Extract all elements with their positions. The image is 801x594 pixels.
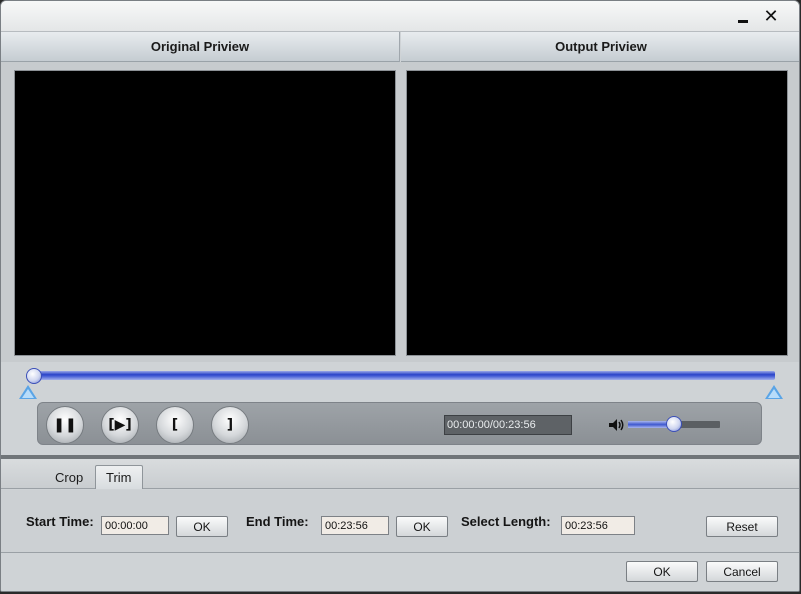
output-preview-screen — [406, 70, 788, 356]
time-display: 00:00:00/00:23:56 — [444, 415, 572, 435]
tab-crop-label: Crop — [55, 469, 84, 485]
right-bracket-icon: ] — [226, 417, 234, 433]
trim-panel: Start Time: OK End Time: OK Select Lengt… — [1, 490, 799, 553]
volume-slider[interactable] — [628, 416, 720, 432]
timeline-track[interactable] — [29, 371, 775, 380]
close-button[interactable]: ✕ — [761, 7, 781, 27]
cancel-button[interactable]: Cancel — [706, 561, 778, 582]
set-start-button[interactable]: [ — [156, 406, 194, 444]
cancel-label: Cancel — [723, 564, 761, 579]
timeline-playhead[interactable] — [26, 368, 42, 384]
output-preview-header: Output Priview — [401, 32, 799, 62]
trim-end-marker[interactable] — [765, 385, 783, 399]
start-time-ok-button[interactable]: OK — [176, 516, 228, 537]
minimize-icon — [738, 19, 748, 23]
trim-start-marker[interactable] — [19, 385, 37, 399]
minimize-button[interactable] — [733, 7, 753, 27]
reset-label: Reset — [726, 519, 758, 534]
select-length-field[interactable] — [561, 516, 635, 535]
ok-button[interactable]: OK — [626, 561, 698, 582]
original-preview-title: Original Priview — [150, 39, 250, 54]
volume-knob[interactable] — [666, 416, 682, 432]
tab-crop[interactable]: Crop — [45, 465, 93, 489]
tab-trim[interactable]: Trim — [95, 465, 143, 489]
output-preview-title: Output Priview — [555, 39, 647, 54]
ok-label: OK — [653, 564, 671, 579]
playback-controls: ❚❚ [▶] [ ] 00:00:00/00:23:56 — [37, 402, 762, 445]
original-preview-header: Original Priview — [1, 32, 400, 62]
start-time-label: Start Time: — [26, 514, 94, 529]
original-preview-screen — [14, 70, 396, 356]
title-bar: ✕ — [1, 1, 799, 32]
tab-trim-label: Trim — [106, 470, 132, 485]
pause-button[interactable]: ❚❚ — [46, 406, 84, 444]
start-time-ok-label: OK — [193, 519, 211, 534]
select-length-label: Select Length: — [461, 514, 551, 529]
next-frame-button[interactable]: [▶] — [101, 406, 139, 444]
next-frame-icon: [▶] — [108, 417, 132, 433]
tab-bar: Crop Trim — [1, 459, 799, 489]
dialog-footer: OK Cancel — [1, 553, 799, 591]
end-time-ok-label: OK — [413, 519, 431, 534]
end-time-ok-button[interactable]: OK — [396, 516, 448, 537]
pause-icon: ❚❚ — [53, 417, 77, 433]
close-icon: ✕ — [763, 6, 779, 27]
volume-icon[interactable] — [606, 415, 626, 435]
trim-dialog: ✕ Original Priview Output Priview ❚❚ [▶]… — [0, 0, 800, 592]
set-end-button[interactable]: ] — [211, 406, 249, 444]
end-time-label: End Time: — [246, 514, 309, 529]
reset-button[interactable]: Reset — [706, 516, 778, 537]
left-bracket-icon: [ — [171, 417, 179, 433]
end-time-field[interactable] — [321, 516, 389, 535]
start-time-field[interactable] — [101, 516, 169, 535]
